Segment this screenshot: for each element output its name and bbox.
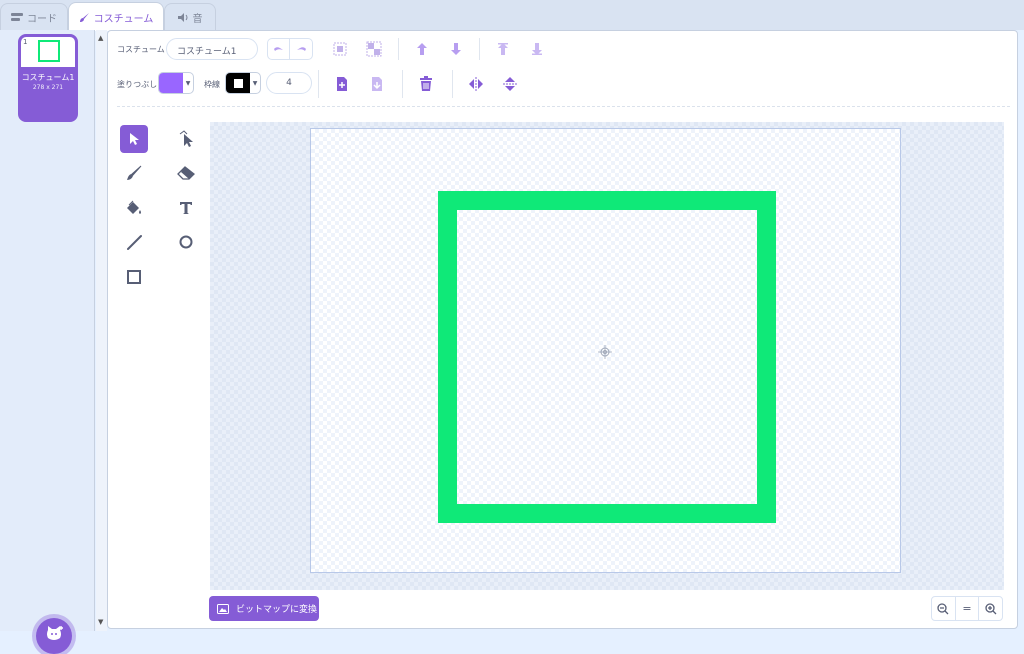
tab-costumes-label: コスチューム (93, 13, 154, 25)
group-button[interactable] (330, 39, 350, 59)
outline-color-swatch (226, 73, 250, 93)
costume-thumbnail-area: 1 (21, 37, 75, 67)
delete-button[interactable] (416, 74, 436, 94)
toolbar-separator (117, 106, 1010, 107)
zoom-controls: = (931, 596, 1003, 621)
select-tool[interactable] (120, 125, 148, 153)
speaker-icon (177, 13, 189, 22)
rectangle-tool[interactable] (120, 263, 148, 291)
toolbar-divider (318, 70, 319, 98)
copy-button[interactable] (332, 74, 352, 94)
circle-icon (179, 235, 193, 249)
reshape-cursor-icon (179, 130, 193, 147)
costume-number: 1 (23, 38, 28, 46)
paint-bucket-icon (127, 200, 141, 214)
costume-name: コスチューム1 (21, 73, 75, 82)
paste-button[interactable] (367, 74, 387, 94)
zoom-out-button[interactable] (932, 597, 956, 620)
fill-color-swatch (159, 73, 183, 93)
tab-sounds[interactable]: 音 (164, 3, 216, 31)
tab-sounds-label: 音 (192, 14, 203, 25)
front-button[interactable] (493, 39, 513, 59)
caret-down-icon: ▼ (185, 79, 191, 87)
editor-tabs: コード コスチューム 音 (0, 0, 1024, 31)
caret-down-icon: ▼ (252, 79, 258, 87)
flip-vertical-icon (503, 77, 517, 91)
send-to-back-icon (532, 43, 542, 55)
convert-to-bitmap-label: ビットマップに変換 (236, 605, 318, 615)
undo-redo-group (267, 38, 313, 60)
toolbar-divider (479, 38, 480, 60)
outline-label: 枠線 (204, 80, 220, 89)
paste-icon (372, 77, 382, 91)
toolbar-divider (452, 70, 453, 98)
fill-tool[interactable] (120, 194, 148, 222)
forward-button[interactable] (412, 39, 432, 59)
group-icon (333, 42, 347, 56)
undo-button[interactable] (267, 38, 290, 60)
brush-tool[interactable] (120, 159, 148, 187)
choose-costume-button[interactable] (36, 618, 72, 654)
zoom-in-button[interactable] (979, 597, 1002, 620)
costume-name-input[interactable]: コスチューム1 (166, 38, 258, 60)
toolbar-divider (398, 38, 399, 60)
redo-icon (296, 47, 306, 51)
scroll-down-arrow-icon[interactable]: ▼ (98, 618, 103, 626)
flip-vertical-button[interactable] (500, 74, 520, 94)
costume-thumbnail (38, 40, 60, 62)
code-blocks-icon (11, 13, 23, 22)
zoom-reset-button[interactable]: = (956, 597, 980, 620)
image-icon (217, 603, 229, 614)
scroll-up-arrow-icon[interactable]: ▲ (98, 34, 103, 42)
circle-tool[interactable] (172, 228, 200, 256)
backward-button[interactable] (446, 39, 466, 59)
cat-face-icon (45, 625, 63, 647)
toolbar-divider (402, 70, 403, 98)
eraser-icon (177, 166, 195, 180)
rectangle-icon (127, 270, 141, 284)
ungroup-icon (366, 41, 382, 57)
costume-list: 1 コスチューム1 278 x 271 (0, 30, 95, 654)
back-button[interactable] (527, 39, 547, 59)
flip-horizontal-icon (469, 77, 483, 91)
tab-code[interactable]: コード (0, 3, 68, 31)
arrow-up-icon (417, 43, 427, 55)
copy-icon (337, 77, 347, 91)
text-tool[interactable] (172, 194, 200, 222)
undo-icon (274, 47, 283, 51)
crosshair-icon (598, 344, 612, 359)
costume-list-scrollbar[interactable] (96, 30, 107, 631)
tab-costumes[interactable]: コスチューム (68, 2, 164, 31)
brush-icon (127, 165, 142, 180)
text-icon (180, 202, 192, 214)
fill-label: 塗りつぶし (117, 80, 158, 89)
paintbrush-icon (79, 12, 90, 23)
flip-horizontal-button[interactable] (466, 74, 486, 94)
trash-icon (420, 76, 432, 91)
costume-tile[interactable]: 1 コスチューム1 278 x 271 (18, 34, 78, 122)
reshape-tool[interactable] (172, 125, 200, 153)
zoom-in-icon (985, 602, 997, 614)
bring-to-front-icon (498, 43, 508, 55)
line-icon (127, 235, 142, 250)
outline-color-picker[interactable]: ▼ (225, 72, 261, 94)
fill-color-picker[interactable]: ▼ (158, 72, 194, 94)
costume-name-label: コスチューム (117, 45, 165, 54)
line-tool[interactable] (120, 228, 148, 256)
convert-to-bitmap-button[interactable]: ビットマップに変換 (209, 596, 319, 621)
ungroup-button[interactable] (364, 39, 384, 59)
arrow-down-icon (451, 43, 461, 55)
zoom-out-icon (937, 602, 949, 614)
arrow-cursor-icon (130, 133, 139, 145)
outline-width-input[interactable]: 4 (266, 72, 312, 94)
eraser-tool[interactable] (172, 159, 200, 187)
redo-button[interactable] (290, 38, 313, 60)
costume-size: 278 x 271 (32, 84, 64, 91)
tab-code-label: コード (27, 14, 57, 25)
